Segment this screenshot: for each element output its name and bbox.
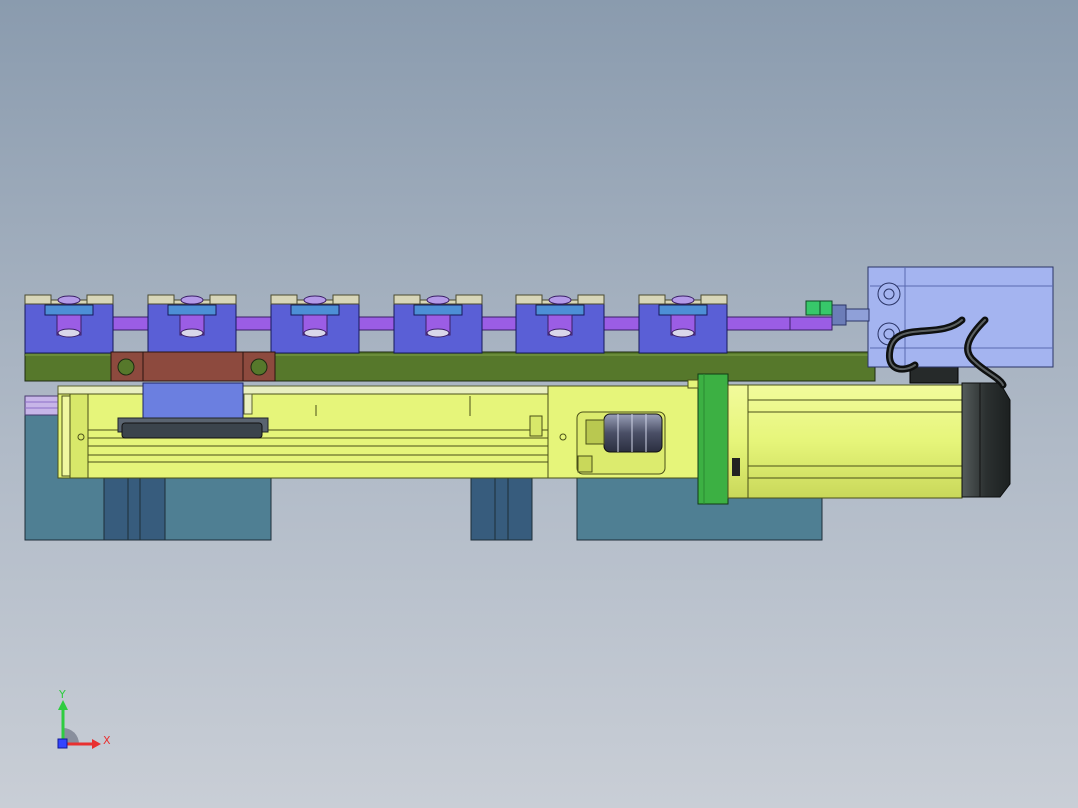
cad-viewport[interactable]: Y X: [0, 0, 1078, 808]
cylinder-rod: [844, 308, 870, 322]
pedestal-left-web: [103, 472, 166, 541]
motor-flange: [697, 373, 729, 505]
mounting-bracket: [110, 351, 276, 382]
x-axis-arrow: [92, 739, 101, 749]
assembly-drawing: Y X: [24, 266, 1054, 749]
x-axis-label: X: [103, 734, 111, 747]
clamp-block: [638, 294, 728, 354]
y-axis-arrow: [58, 700, 68, 710]
pedestal-middle-web: [470, 472, 533, 541]
clamp-block: [147, 294, 237, 354]
motor-endcap: [961, 382, 1011, 498]
coordinate-triad[interactable]: Y X: [57, 688, 111, 749]
clamp-block: [393, 294, 483, 354]
position-sensor: [805, 300, 833, 316]
coupler: [603, 413, 663, 453]
linear-actuator: [57, 382, 699, 479]
carriage-plate: [142, 382, 244, 424]
clamp-block: [24, 294, 114, 354]
clamp-block: [270, 294, 360, 354]
bracket-hole-right: [250, 358, 268, 376]
clamp-block: [515, 294, 605, 354]
y-axis-label: Y: [58, 688, 66, 701]
bracket-hole-left: [117, 358, 135, 376]
z-axis-marker: [57, 738, 68, 749]
